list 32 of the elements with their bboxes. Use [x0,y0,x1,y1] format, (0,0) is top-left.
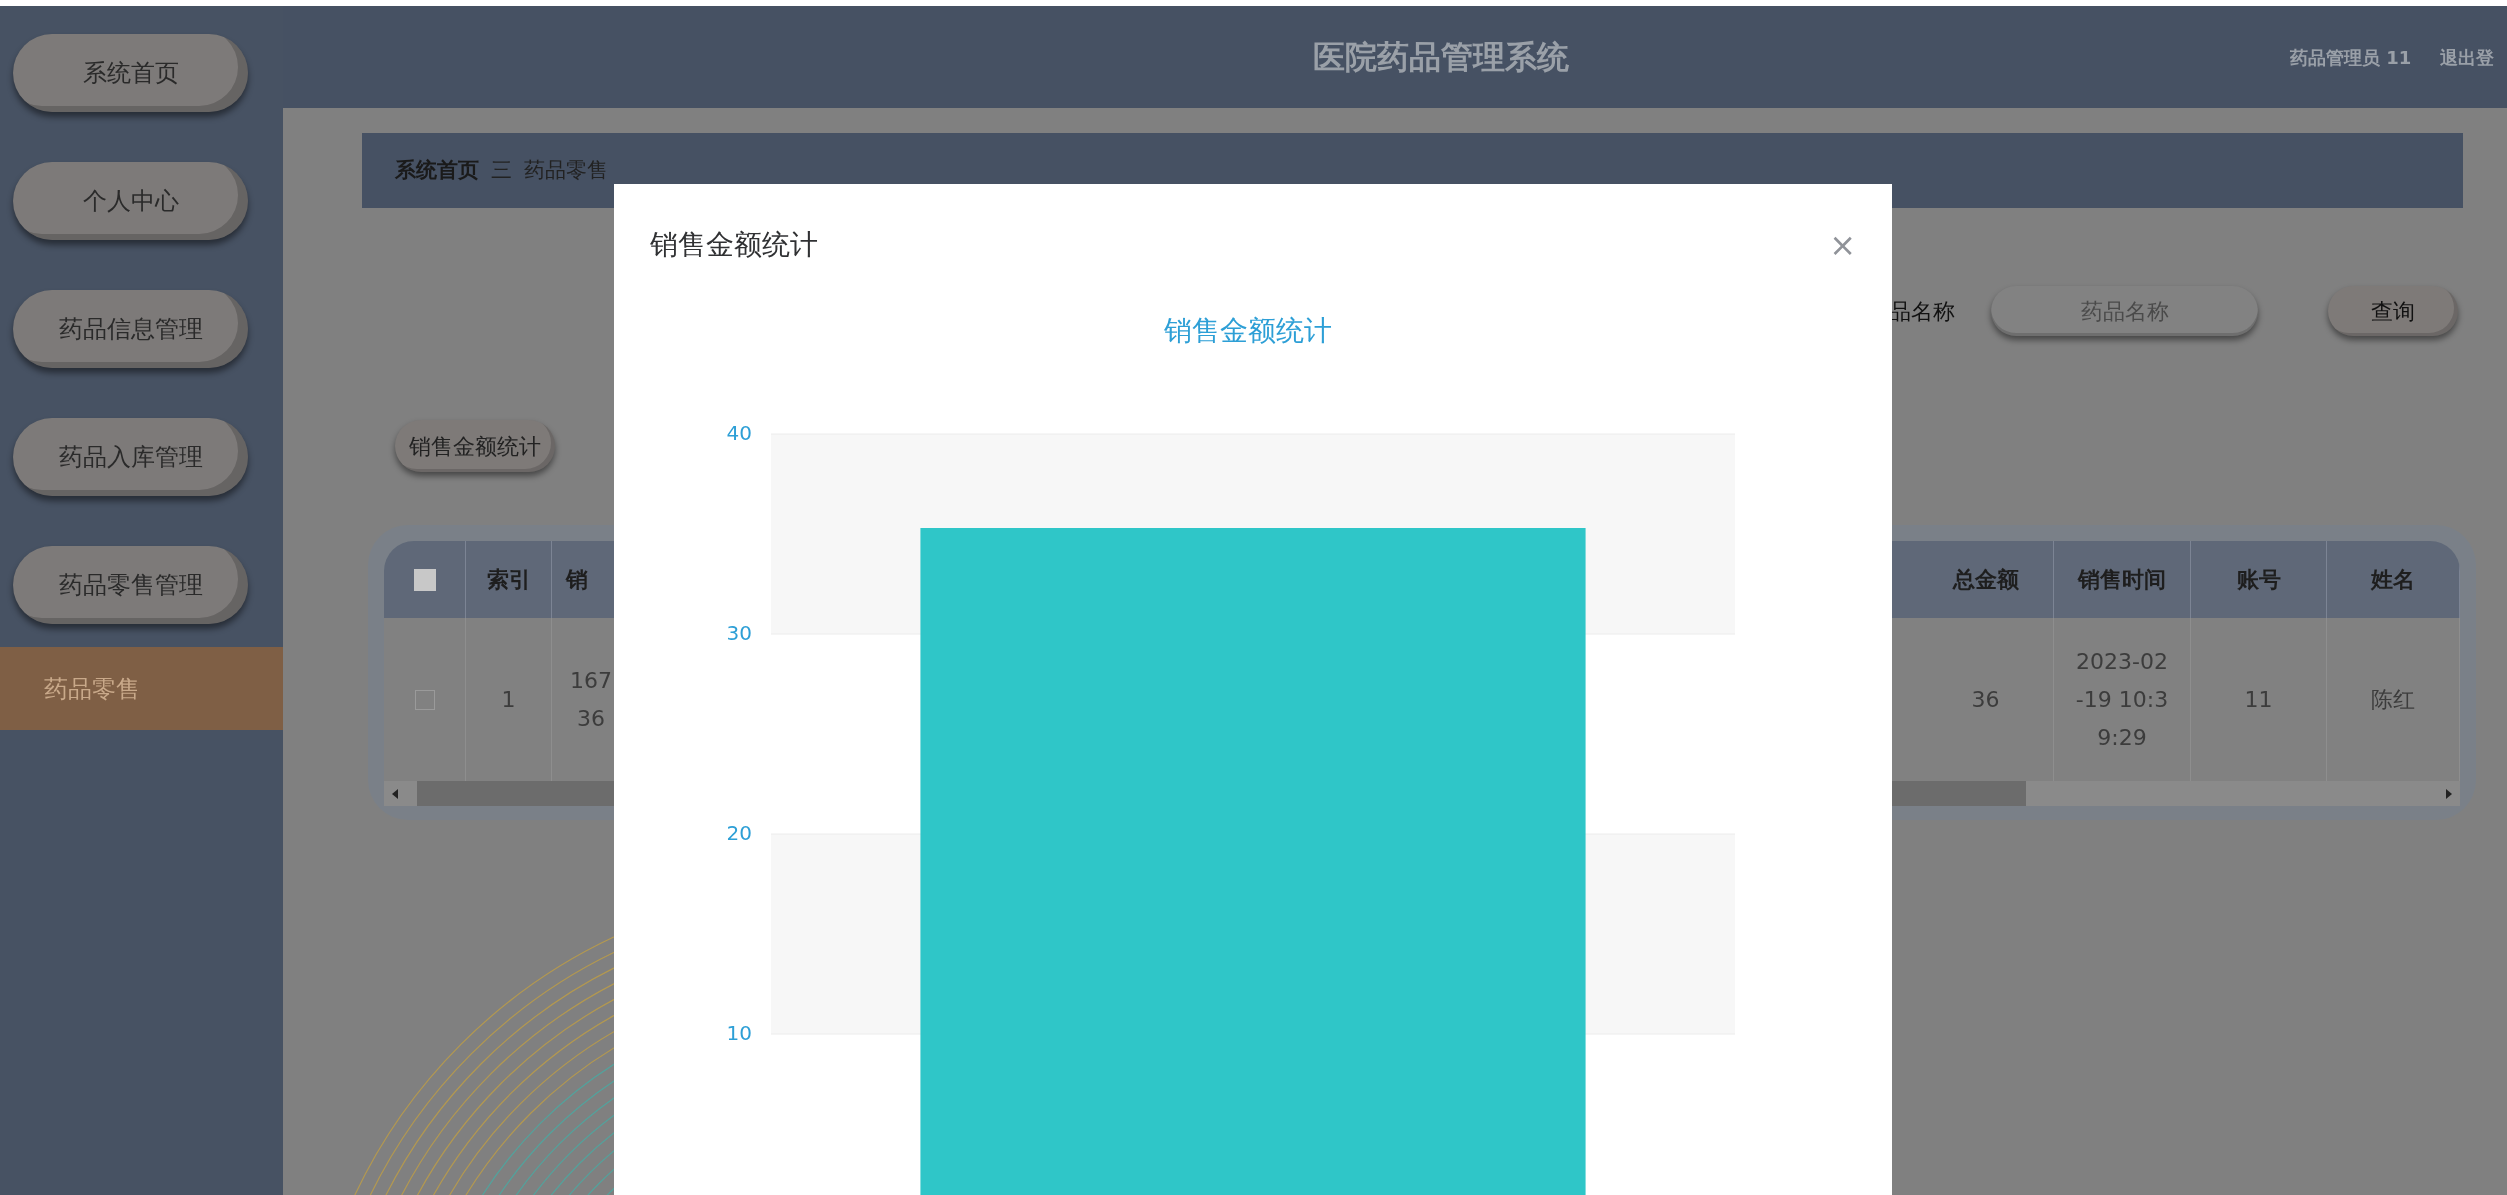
menu-button[interactable]: 药品信息管理 [13,290,248,368]
menu-button[interactable]: 个人中心 [13,162,248,240]
chart-title: 销售金额统计 [1164,313,1332,349]
y-tick-label: 30 [726,621,752,645]
table-cell-text: 1 [501,685,516,714]
breadcrumb-separator: 三 [491,156,512,184]
scroll-right-icon[interactable] [2446,788,2452,799]
y-tick-label: 40 [726,421,752,445]
logout-link[interactable]: 退出登 [2440,43,2494,71]
menu-button[interactable]: 系统首页 [13,34,248,112]
close-button[interactable]: × [1829,229,1856,261]
table-cell-text: 36 [1971,685,2000,714]
scroll-left-icon[interactable] [392,788,398,799]
y-tick-label: 20 [726,821,752,845]
menu-item[interactable]: 药品零售 [0,647,283,730]
search-field[interactable]: 药品名称 [1991,286,2258,336]
table-cell-text: 陈红 [2371,685,2415,714]
menu-button[interactable]: 药品入库管理 [13,418,248,496]
table-cell-text: 2023-02 -19 10:3 9:29 [2075,647,2169,752]
table-cell-text: 167 36 [570,666,612,733]
y-tick-label: 10 [726,1021,752,1045]
breadcrumb-current: 药品零售 [524,156,608,184]
user-name: 药品管理员 11 [2290,45,2412,70]
checkbox[interactable] [414,689,435,710]
query-button[interactable]: 查询 [2328,286,2458,336]
dialog-title: 销售金额统计 [650,227,818,263]
breadcrumb-link[interactable]: 系统首页 [395,154,479,187]
app-title: 医院药品管理系统 [1313,37,1569,78]
menu-button[interactable]: 药品零售管理 [13,546,248,624]
select-all-checkbox[interactable] [413,568,436,591]
table-cell-text: 11 [2244,685,2273,714]
statistics-button[interactable]: 销售金额统计 [395,420,555,472]
